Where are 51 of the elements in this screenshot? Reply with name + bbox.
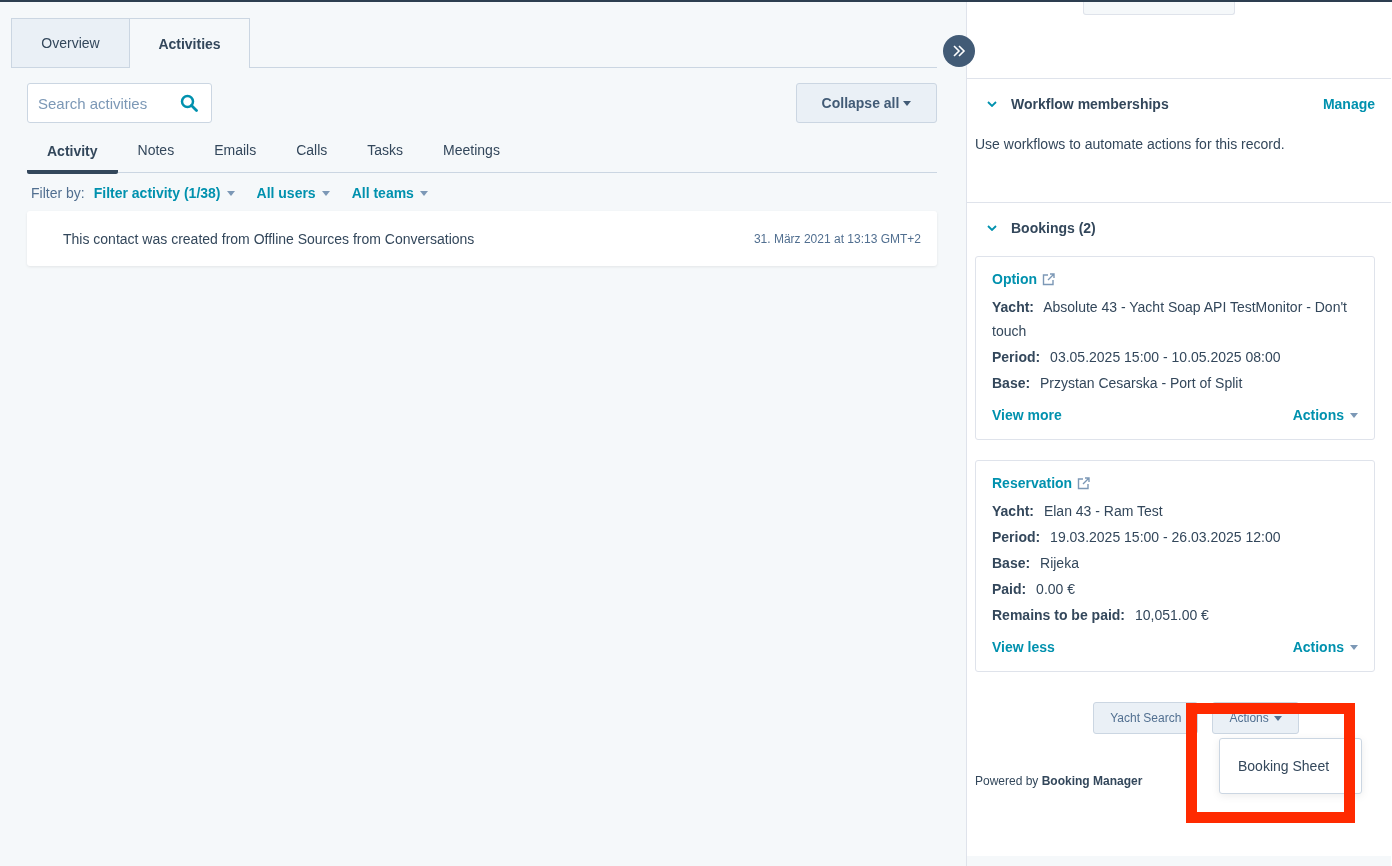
chevron-icon[interactable] <box>987 101 999 107</box>
collapse-all-button[interactable]: Collapse all <box>796 83 937 123</box>
caret-icon <box>226 190 235 196</box>
section-description: Use workflows to automate actions for this record. <box>975 136 1286 152</box>
caret-icon <box>1273 715 1282 721</box>
activity-tab[interactable]: Emails <box>194 136 277 172</box>
section-title[interactable]: Bookings (2) <box>1011 220 1375 236</box>
filter-dropdown[interactable]: All users <box>256 185 330 201</box>
manage-link[interactable]: Manage <box>1322 96 1375 112</box>
activity-tab[interactable]: Notes <box>117 136 195 172</box>
booking-detail: Remains to be paid: 10,051.00 € <box>992 606 1210 625</box>
double-chevron-icon <box>952 45 966 57</box>
caret-icon <box>321 190 330 196</box>
activity-tab[interactable]: Tasks <box>347 136 424 172</box>
actions-dropdown[interactable]: Actions <box>1292 639 1358 655</box>
activity-tab[interactable]: Calls <box>276 136 348 172</box>
booking-detail: Yacht: Elan 43 - Ram Test <box>992 502 1164 521</box>
record-tab[interactable]: Overview <box>11 18 130 67</box>
expand-sidebar-button[interactable] <box>943 35 975 67</box>
search-field[interactable]: Search activities <box>27 83 212 123</box>
activity-tab[interactable]: Meetings <box>423 136 520 172</box>
activity-tab[interactable]: Activity <box>27 136 118 174</box>
external-link-icon[interactable] <box>1042 272 1056 286</box>
powered-by-text: Powered by Booking Manager <box>975 774 1144 788</box>
activity-text: This contact was created from Offline Sources from Conversations <box>63 230 475 247</box>
booking-detail: Base: Przystan Cesarska - Port of Split <box>992 374 1244 393</box>
search-icon <box>180 94 198 112</box>
yacht-search-button[interactable]: Yacht Search <box>1093 702 1199 734</box>
caret-icon <box>419 190 428 196</box>
booking-detail: Yacht: Absolute 43 - Yacht Soap API TestMonitor - Don't touch <box>992 298 1348 341</box>
filter-label: Filter by: <box>31 185 85 201</box>
activity-timestamp: 31. März 2021 at 13:13 GMT+2 <box>753 231 921 246</box>
menu-item[interactable]: Booking Sheet <box>1220 739 1361 793</box>
booking-detail: Paid: 0.00 € <box>992 580 1077 599</box>
booking-detail: Period: 19.03.2025 15:00 - 26.03.2025 12:00 <box>992 528 1282 547</box>
view-toggle-link[interactable]: View less <box>992 639 1055 655</box>
booking-detail: Base: Rijeka <box>992 554 1080 573</box>
section-title[interactable]: Workflow memberships <box>1011 96 1311 112</box>
filter-dropdown[interactable]: All teams <box>351 185 428 201</box>
filter-dropdown[interactable]: Filter activity (1/38) <box>93 185 235 201</box>
booking-title-link[interactable]: Option <box>992 271 1038 287</box>
actions-dropdown[interactable]: Actions <box>1292 407 1358 423</box>
external-link-icon[interactable] <box>1077 476 1091 490</box>
chevron-icon[interactable] <box>987 225 999 231</box>
caret-icon <box>903 100 912 106</box>
caret-icon <box>1350 412 1358 418</box>
view-toggle-link[interactable]: View more <box>992 407 1062 423</box>
booking-title-link[interactable]: Reservation <box>992 475 1073 491</box>
record-tab[interactable]: Activities <box>130 18 250 68</box>
booking-detail: Period: 03.05.2025 15:00 - 10.05.2025 08:00 <box>992 348 1282 367</box>
caret-icon <box>1350 644 1358 650</box>
